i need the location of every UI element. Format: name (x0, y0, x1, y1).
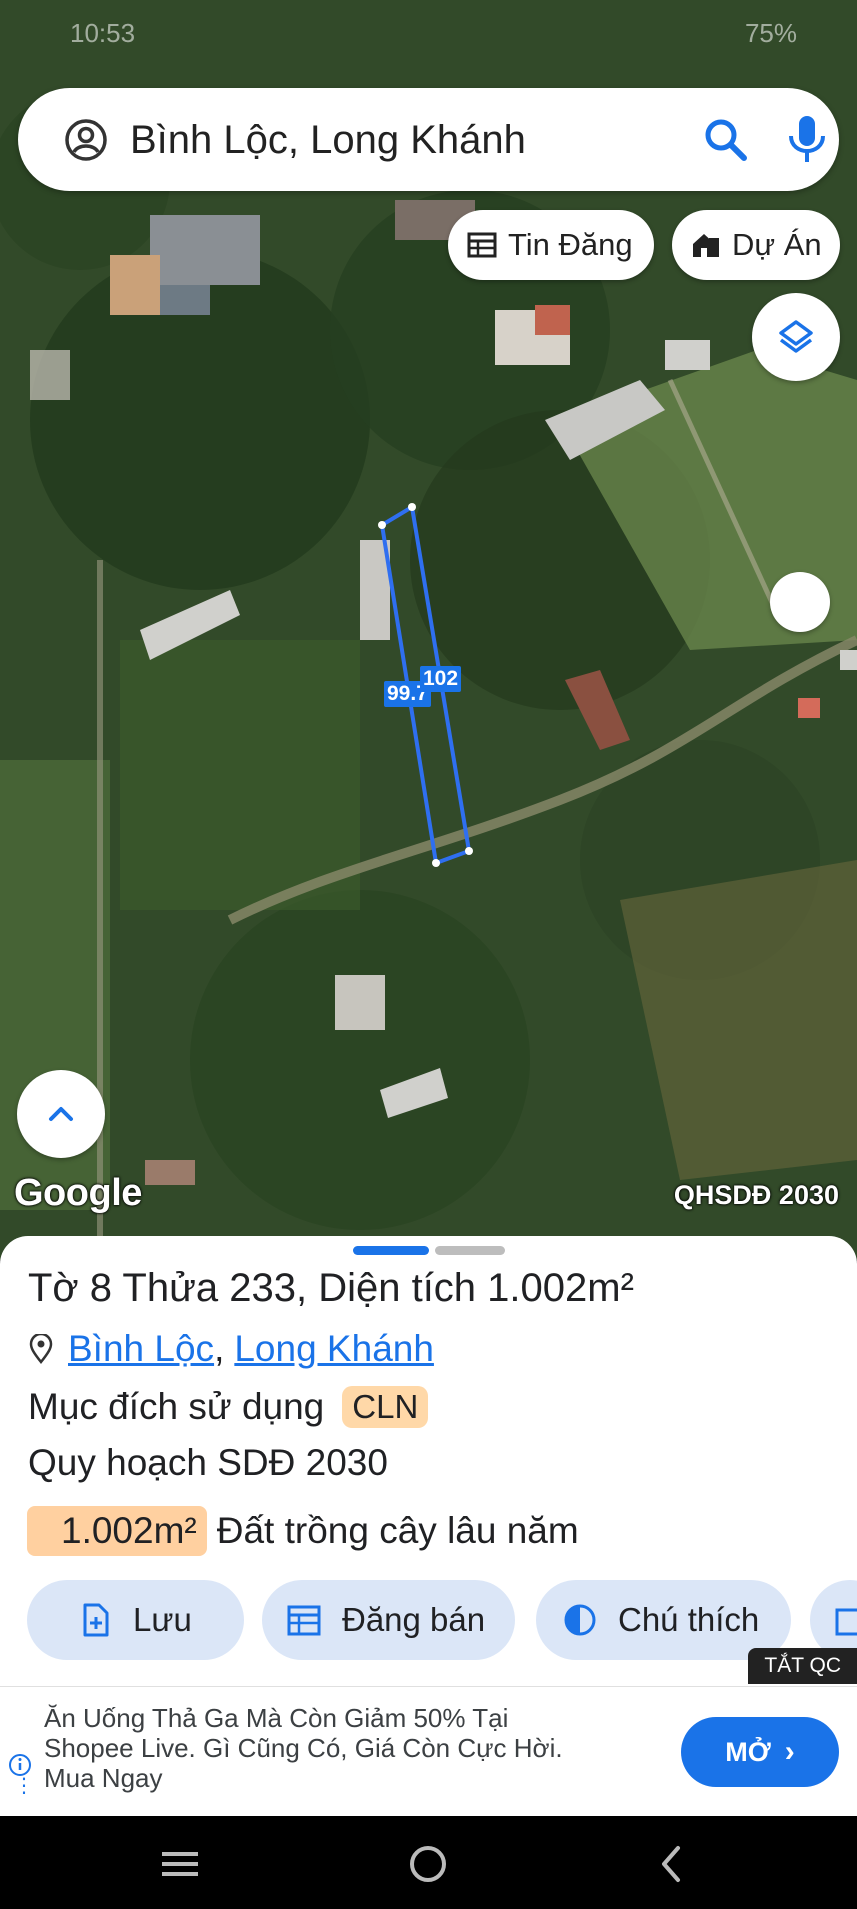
layers-button[interactable] (752, 293, 840, 381)
area-type-label: Đất trồng cây lâu năm (216, 1510, 579, 1551)
chevron-right-icon: › (784, 1735, 795, 1768)
projects-chip[interactable]: Dự Án (672, 210, 840, 280)
calendar-icon (287, 1605, 321, 1636)
ad-banner[interactable]: ⋮ Ăn Uống Thả Ga Mà Còn Giảm 50% Tại Sho… (0, 1686, 857, 1816)
home-icon[interactable] (398, 1838, 458, 1888)
pin-icon (29, 1334, 53, 1364)
contrast-icon (564, 1604, 596, 1636)
menu-icon[interactable] (150, 1838, 210, 1888)
parcel-edge-length-right: 102 (420, 666, 462, 692)
save-button[interactable]: Lưu (27, 1580, 244, 1660)
area-row: 1.002m² Đất trồng cây lâu năm (27, 1506, 579, 1556)
projects-chip-label: Dự Án (732, 227, 822, 262)
city-link[interactable]: Long Khánh (234, 1328, 434, 1370)
system-nav-bar (0, 1816, 857, 1909)
google-logo: Google (14, 1172, 142, 1214)
image-plus-icon (835, 1608, 857, 1636)
area-value-badge: 1.002m² (27, 1506, 207, 1556)
usage-row: Mục đích sử dụng CLN (28, 1386, 429, 1428)
save-button-label: Lưu (133, 1601, 192, 1638)
search-bar[interactable]: Bình Lộc, Long Khánh (18, 88, 839, 191)
location-button[interactable] (770, 572, 830, 632)
house-icon (693, 234, 719, 257)
location-row: Bình Lộc , Long Khánh (28, 1328, 434, 1370)
status-bar: 10:53 75% (0, 18, 857, 58)
search-icon[interactable] (702, 116, 750, 164)
info-icon[interactable] (8, 1753, 32, 1777)
planning-overlay-label: QHSDĐ 2030 (673, 1180, 839, 1210)
usage-code-badge: CLN (342, 1386, 429, 1428)
listings-chip[interactable]: Tin Đăng (448, 210, 654, 280)
status-time: 10:53 (70, 18, 136, 48)
status-battery: 75% (744, 18, 797, 48)
mic-icon[interactable] (782, 112, 832, 166)
back-icon[interactable] (642, 1838, 702, 1888)
ad-open-button[interactable]: MỞ › (681, 1717, 839, 1787)
account-icon[interactable] (64, 118, 108, 162)
legend-button-label: Chú thích (618, 1601, 760, 1638)
chevron-up-icon (49, 1107, 73, 1121)
layers-icon (779, 320, 813, 353)
ad-text[interactable]: Ăn Uống Thả Ga Mà Còn Giảm 50% Tại Shope… (44, 1703, 604, 1793)
parcel-info-sheet[interactable]: Tờ 8 Thửa 233, Diện tích 1.002m² Bình Lộ… (0, 1236, 857, 1686)
hide-ads-button[interactable]: TẮT QC (748, 1648, 857, 1684)
sheet-handle-active[interactable] (353, 1246, 429, 1255)
usage-label: Mục đích sử dụng (28, 1386, 325, 1427)
search-input[interactable]: Bình Lộc, Long Khánh (130, 112, 526, 168)
ad-open-label: MỞ (725, 1736, 771, 1767)
plan-label: Quy hoạch SDĐ 2030 (28, 1442, 388, 1483)
post-sale-button-label: Đăng bán (342, 1601, 486, 1638)
expand-up-button[interactable] (17, 1070, 105, 1158)
ad-options-icon[interactable]: ⋮ (14, 1776, 34, 1796)
ward-link[interactable]: Bình Lộc (68, 1328, 214, 1370)
table-icon (467, 232, 497, 258)
parcel-title: Tờ 8 Thửa 233, Diện tích 1.002m² (28, 1266, 634, 1310)
listings-chip-label: Tin Đăng (508, 227, 633, 262)
post-sale-button[interactable]: Đăng bán (262, 1580, 515, 1660)
satellite-map[interactable]: 99.7 102 10:53 75% Bình Lộc, Long Khánh (0, 0, 857, 1260)
location-separator: , (214, 1328, 225, 1369)
sheet-handle[interactable] (435, 1246, 505, 1255)
file-plus-icon (83, 1603, 109, 1637)
